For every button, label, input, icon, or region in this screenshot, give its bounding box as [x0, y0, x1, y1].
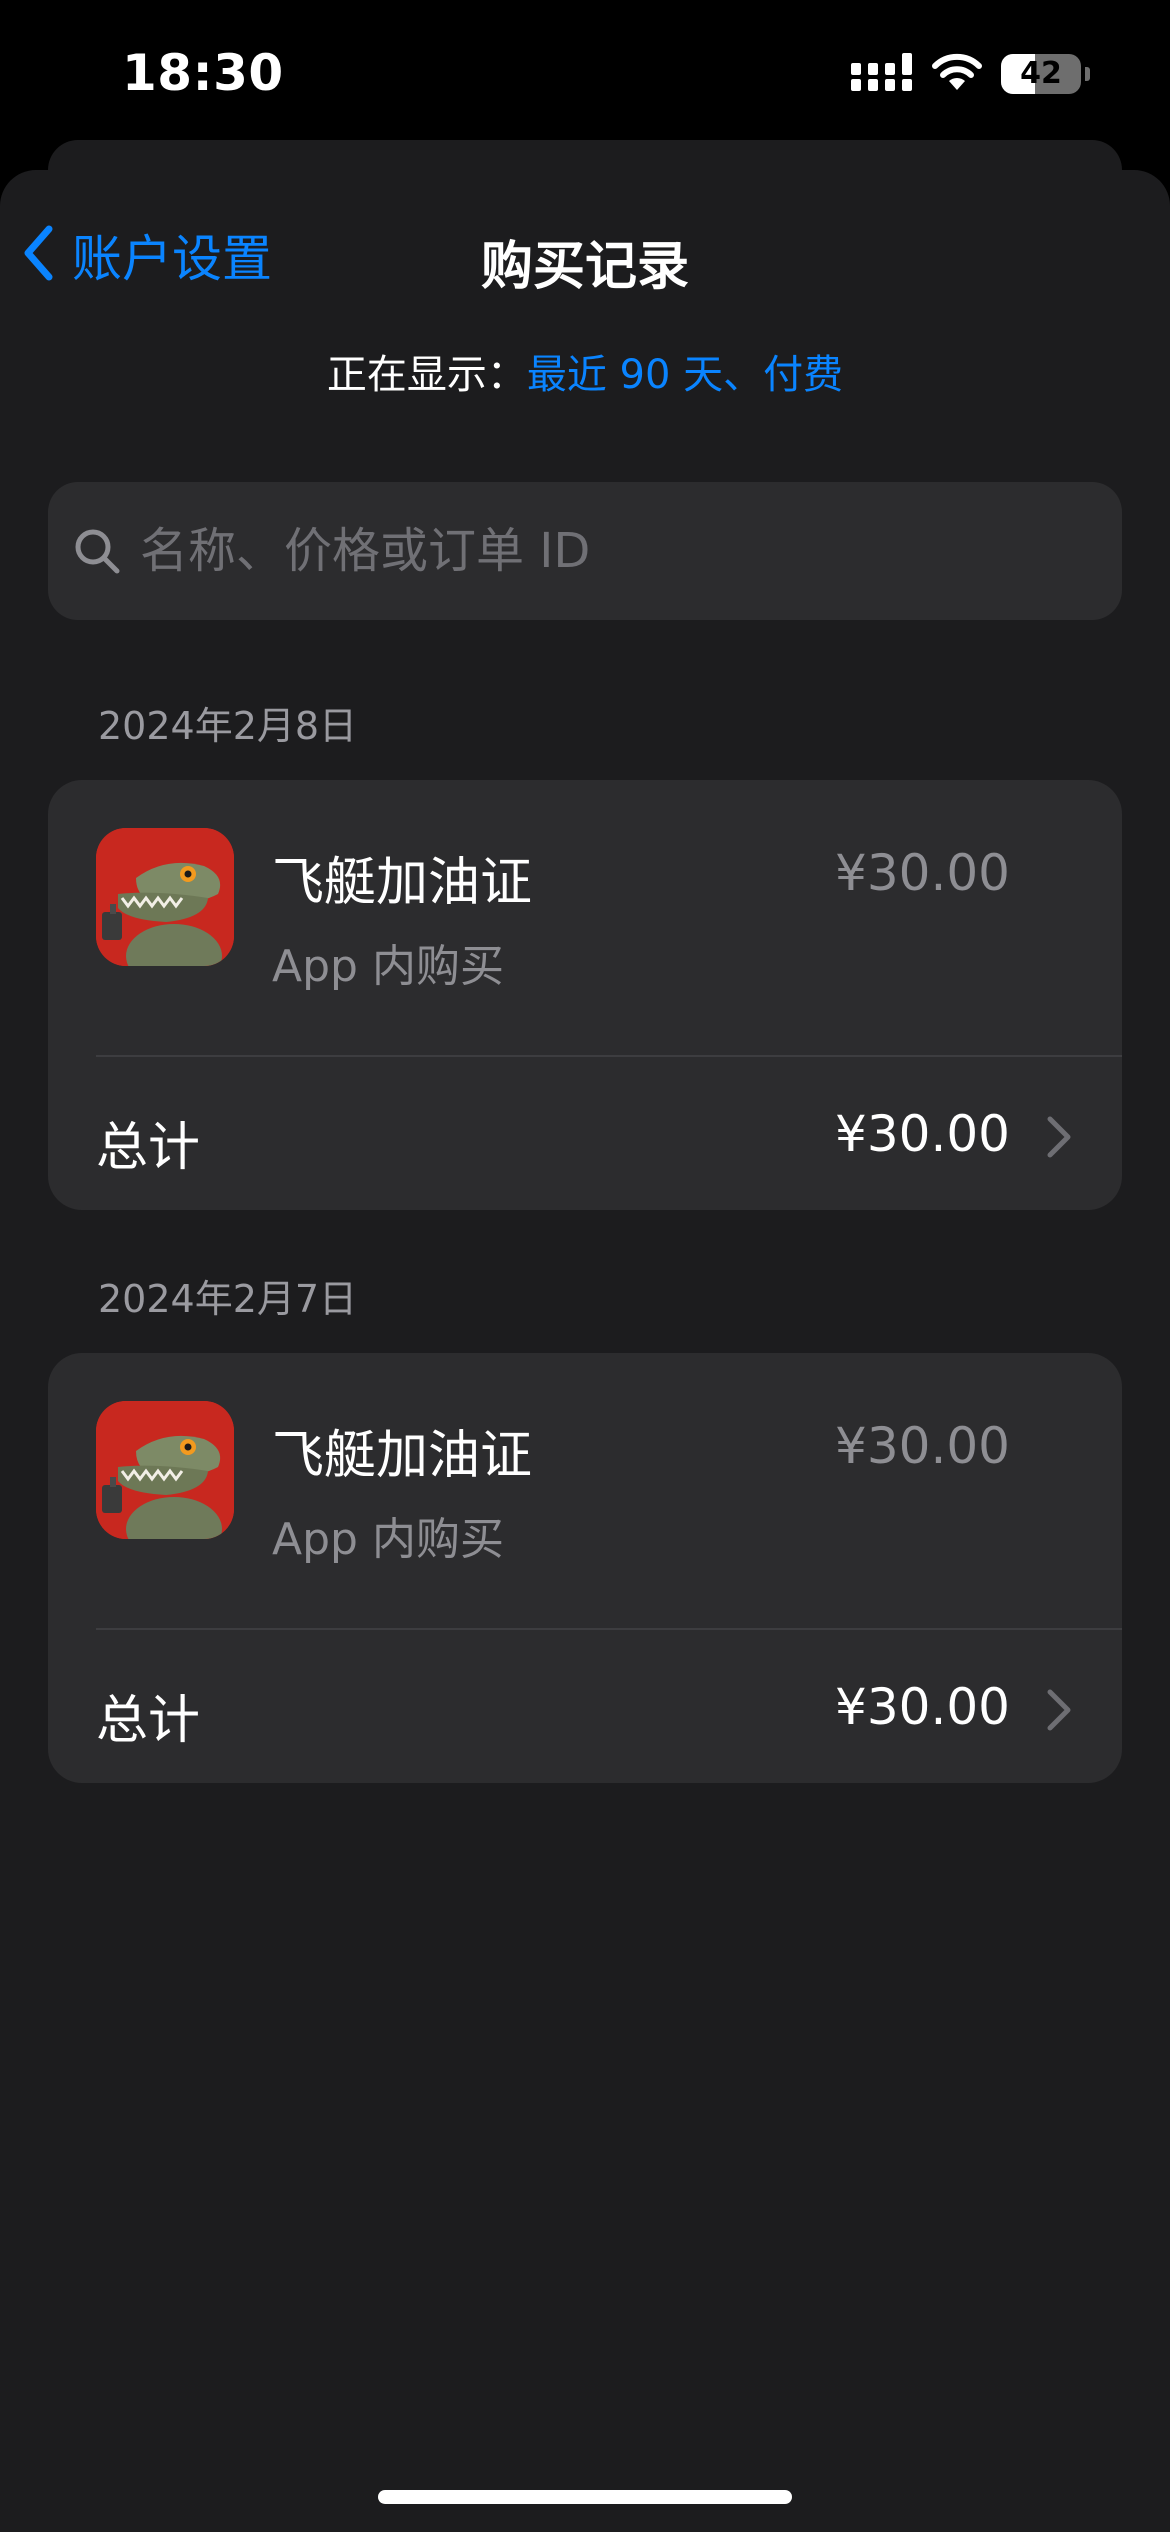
- chevron-right-icon: [1044, 1115, 1074, 1159]
- item-price: ¥30.00: [835, 844, 1010, 902]
- total-label: 总计: [96, 1691, 201, 1751]
- status-time: 18:30: [122, 44, 284, 102]
- total-value: ¥30.00: [835, 1105, 1010, 1163]
- search-icon: [72, 526, 122, 576]
- purchase-card: 飞艇加油证 App 内购买 ¥30.00 总计 ¥30.00: [48, 780, 1122, 1210]
- status-icons: 42: [851, 52, 1090, 96]
- page-title: 购买记录: [480, 237, 689, 297]
- item-name: 飞艇加油证: [272, 853, 533, 913]
- crocodile-app-icon: [96, 828, 234, 966]
- section-date: 2024年2月8日: [98, 704, 358, 748]
- search-bar[interactable]: [48, 482, 1122, 620]
- item-type: App 内购买: [272, 1514, 504, 1565]
- section-date: 2024年2月7日: [98, 1277, 358, 1321]
- wifi-icon: [931, 52, 983, 96]
- total-row[interactable]: 总计 ¥30.00: [48, 1630, 1122, 1783]
- status-bar: 18:30 42: [0, 0, 1170, 150]
- chevron-right-icon: [1044, 1688, 1074, 1732]
- crocodile-app-icon: [96, 1401, 234, 1539]
- battery-cap: [1085, 67, 1090, 81]
- total-label: 总计: [96, 1118, 201, 1178]
- item-price: ¥30.00: [835, 1417, 1010, 1475]
- filter-summary: 正在显示：最近 90 天、付费: [0, 342, 1170, 400]
- total-value: ¥30.00: [835, 1678, 1010, 1736]
- battery-icon: 42: [1001, 54, 1081, 94]
- item-name: 飞艇加油证: [272, 1426, 533, 1486]
- purchase-history-sheet: 账户设置 购买记录 正在显示：最近 90 天、付费 2024年2月8日: [0, 170, 1170, 2532]
- purchase-card: 飞艇加油证 App 内购买 ¥30.00 总计 ¥30.00: [48, 1353, 1122, 1783]
- cellular-signal-icon: [851, 53, 913, 95]
- home-indicator[interactable]: [378, 2490, 792, 2504]
- filter-link[interactable]: 最近 90 天、付费: [527, 352, 843, 398]
- search-input[interactable]: [138, 522, 1098, 580]
- filter-prefix: 正在显示：: [326, 352, 527, 398]
- item-type: App 内购买: [272, 941, 504, 992]
- total-row[interactable]: 总计 ¥30.00: [48, 1057, 1122, 1210]
- battery-level: 42: [1020, 56, 1062, 91]
